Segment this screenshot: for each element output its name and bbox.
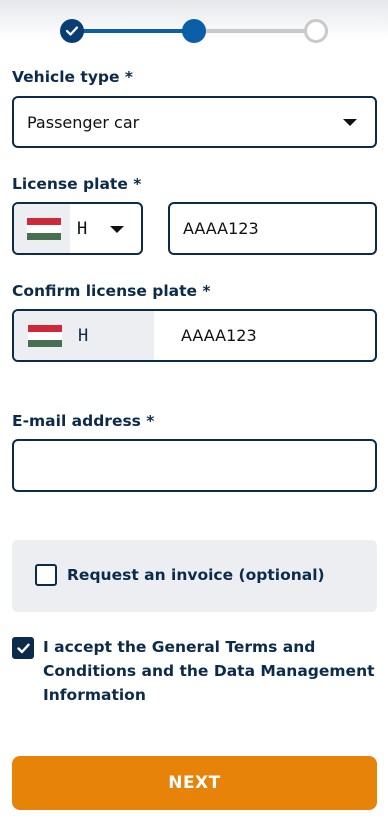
next-button[interactable]: NEXT (12, 756, 377, 810)
confirm-plate-label: Confirm license plate * (12, 282, 211, 300)
license-plate-value: AAAA123 (183, 219, 259, 238)
invoice-checkbox[interactable] (35, 564, 57, 586)
confirm-plate-value: AAAA123 (181, 326, 257, 345)
vehicle-type-label: Vehicle type * (12, 68, 134, 86)
country-code: H (77, 219, 88, 239)
hungary-flag-icon (28, 325, 62, 347)
invoice-panel: Request an invoice (optional) (12, 540, 377, 612)
country-select[interactable]: H (12, 202, 143, 255)
check-icon (66, 26, 78, 36)
confirm-country-code: H (78, 326, 89, 346)
terms-checkbox[interactable] (12, 637, 34, 659)
invoice-label[interactable]: Request an invoice (optional) (67, 566, 325, 584)
check-icon (16, 643, 30, 653)
license-plate-input[interactable]: AAAA123 (168, 202, 377, 255)
chevron-down-icon (343, 119, 357, 126)
email-field[interactable] (12, 439, 377, 492)
email-label: E-mail address * (12, 412, 155, 430)
license-plate-label: License plate * (12, 175, 142, 193)
vehicle-type-select[interactable]: Passenger car (12, 96, 377, 148)
hungary-flag-icon (27, 218, 61, 240)
confirm-plate-input[interactable]: H AAAA123 (12, 309, 377, 362)
progress-stepper (0, 0, 388, 58)
step-1-completed (60, 19, 84, 43)
vehicle-type-value: Passenger car (27, 113, 140, 132)
stepper-line-upcoming (194, 29, 316, 33)
step-3-upcoming (304, 19, 328, 43)
step-2-current (182, 19, 206, 43)
terms-label[interactable]: I accept the General Terms and Condition… (43, 635, 379, 707)
stepper-line-completed (71, 29, 194, 33)
chevron-down-icon (110, 226, 124, 233)
